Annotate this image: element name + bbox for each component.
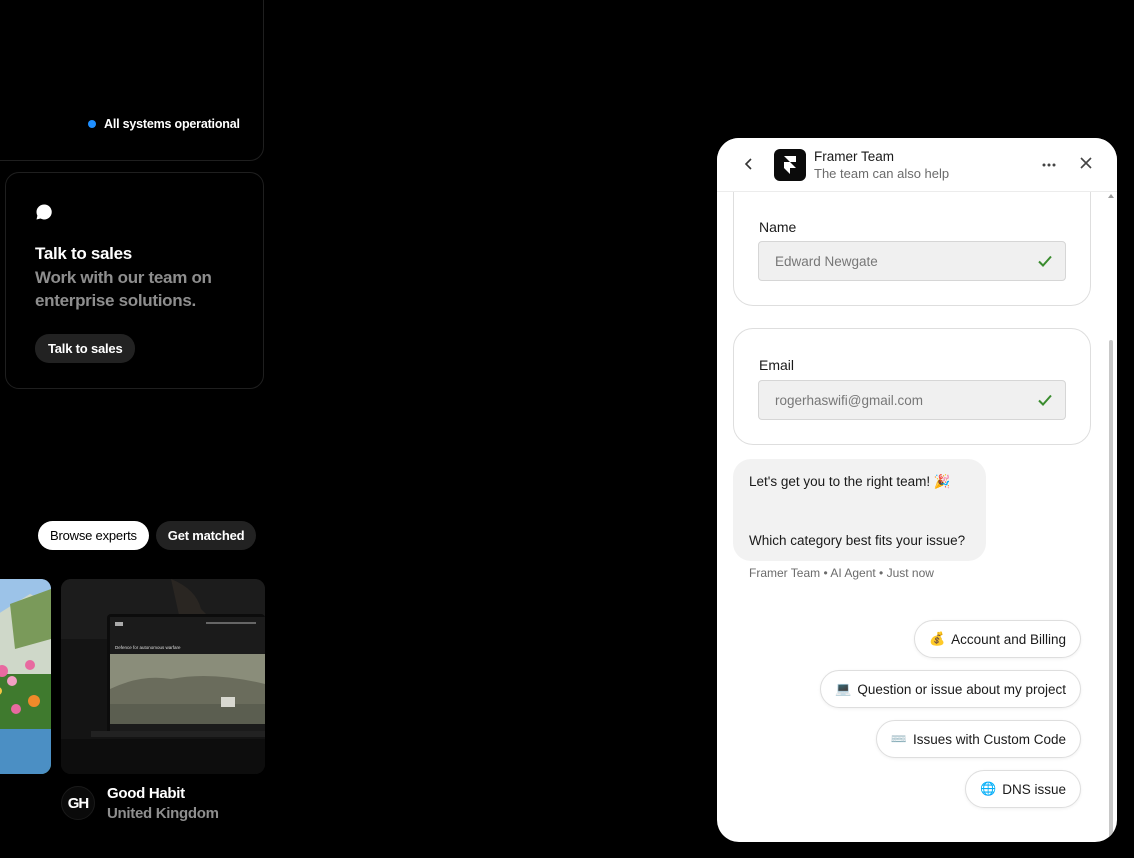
- chat-header: Framer Team The team can also help: [717, 138, 1117, 192]
- status-card: [0, 0, 264, 161]
- keyboard-icon: ⌨️: [890, 731, 907, 746]
- ellipsis-icon: [1042, 163, 1056, 167]
- money-bag-icon: 💰: [928, 631, 946, 646]
- showcase-name[interactable]: Good Habit: [107, 785, 185, 802]
- garden-illustration: [0, 579, 51, 774]
- checkmark-icon: [1038, 255, 1052, 267]
- agent-name: Framer Team: [814, 149, 895, 164]
- more-options-button[interactable]: [1039, 154, 1059, 181]
- good-habit-logo: GH: [61, 786, 95, 820]
- option-account-billing[interactable]: 💰 Account and Billing: [913, 620, 1081, 658]
- checkmark-icon: [1038, 394, 1052, 406]
- option-custom-code[interactable]: ⌨️ Issues with Custom Code: [875, 720, 1081, 758]
- showcase-location: United Kingdom: [107, 805, 219, 822]
- option-label: Question or issue about my project: [857, 681, 1066, 697]
- globe-icon: 🌐: [980, 781, 997, 796]
- name-field[interactable]: Edward Newgate: [758, 241, 1066, 281]
- laptop-icon: 💻: [835, 681, 852, 696]
- status-text: All systems operational: [104, 117, 240, 131]
- email-field[interactable]: rogerhaswifi@gmail.com: [758, 380, 1066, 420]
- option-dns-issue[interactable]: 🌐 DNS issue: [965, 770, 1081, 808]
- agent-message: Let's get you to the right team! 🎉 Which…: [733, 459, 986, 561]
- talk-to-sales-card: Talk to sales Work with our team on ente…: [5, 172, 264, 389]
- framer-icon: [784, 156, 796, 174]
- name-form-card: Name Edward Newgate: [733, 190, 1091, 306]
- message-meta: Framer Team • AI Agent • Just now: [749, 566, 934, 580]
- sales-title: Talk to sales: [35, 244, 132, 263]
- option-label: DNS issue: [1002, 781, 1066, 797]
- chevron-left-icon: [744, 158, 752, 170]
- agent-subtitle: The team can also help: [814, 166, 950, 181]
- scroll-up-arrow-icon[interactable]: [1108, 194, 1114, 198]
- email-value: rogerhaswifi@gmail.com: [775, 392, 923, 408]
- close-button[interactable]: [1077, 152, 1095, 179]
- close-icon: [1080, 157, 1092, 169]
- system-status[interactable]: All systems operational: [88, 117, 240, 131]
- message-line-2: Which category best fits your issue?: [749, 533, 966, 548]
- back-button[interactable]: [741, 153, 757, 175]
- expert-actions: Browse experts Get matched: [38, 521, 257, 550]
- mockup-headline: Defence for autonomous warfare: [115, 645, 181, 650]
- framer-logo: [774, 149, 806, 181]
- option-label: Account and Billing: [951, 631, 1066, 647]
- chat-bubble-icon: [36, 204, 52, 220]
- showcase-thumbnail-garden[interactable]: [0, 579, 51, 774]
- option-label: Issues with Custom Code: [912, 731, 1066, 747]
- get-matched-button[interactable]: Get matched: [155, 521, 257, 550]
- email-form-card: Email rogerhaswifi@gmail.com: [733, 328, 1091, 445]
- laptop-mockup: [61, 579, 265, 774]
- showcase-thumbnail-laptop[interactable]: Defence for autonomous warfare: [61, 579, 265, 774]
- name-label: Name: [759, 219, 797, 235]
- message-line-1: Let's get you to the right team! 🎉: [749, 474, 951, 489]
- email-label: Email: [759, 357, 795, 373]
- status-dot-icon: [88, 120, 96, 128]
- sales-subtitle: Work with our team on enterprise solutio…: [35, 268, 212, 310]
- option-project-issue[interactable]: 💻 Question or issue about my project: [820, 670, 1081, 708]
- browse-experts-button[interactable]: Browse experts: [38, 521, 149, 550]
- name-value: Edward Newgate: [775, 253, 878, 269]
- scrollbar-thumb[interactable]: [1109, 340, 1113, 838]
- talk-to-sales-button[interactable]: Talk to sales: [35, 334, 136, 363]
- support-chat-widget: Framer Team The team can also help Name …: [717, 138, 1117, 842]
